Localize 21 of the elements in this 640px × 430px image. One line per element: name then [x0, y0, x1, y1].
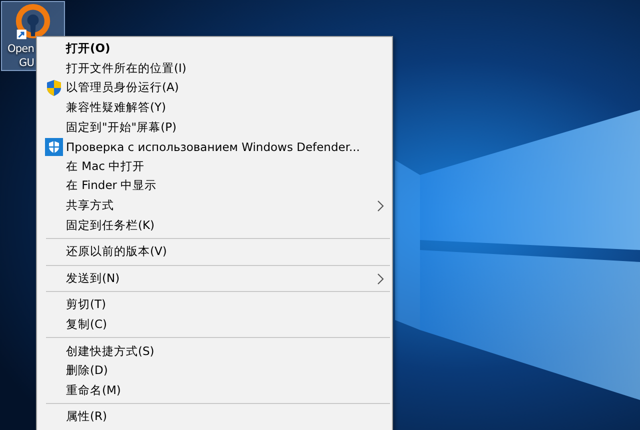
menu-item[interactable]: 固定到任务栏(K): [37, 215, 392, 235]
shield-icon: [45, 79, 63, 98]
menu-item[interactable]: 发送到(N): [37, 268, 392, 288]
menu-item[interactable]: 属性(R): [37, 407, 392, 427]
menu-item[interactable]: 重命名(M): [37, 380, 392, 400]
menu-item[interactable]: 共享方式: [37, 196, 392, 216]
menu-item[interactable]: 删除(D): [37, 360, 392, 380]
shortcut-label: GU: [18, 56, 34, 70]
menu-item[interactable]: 剪切(T): [37, 295, 392, 315]
menu-item[interactable]: 在 Finder 中显示: [37, 176, 392, 196]
shortcut-label: Open: [6, 42, 34, 56]
menu-item[interactable]: 兼容性疑难解答(Y): [37, 98, 392, 118]
menu-item[interactable]: 在 Mac 中打开: [37, 156, 392, 176]
menu-item[interactable]: 复制(C): [37, 314, 392, 334]
menu-item[interactable]: 还原以前的版本(V): [37, 242, 392, 262]
menu-item[interactable]: 以管理员身份运行(A): [37, 78, 392, 98]
menu-item[interactable]: 固定到"开始"屏幕(P): [37, 117, 392, 137]
shield-icon: [45, 138, 63, 156]
menu-item[interactable]: 创建快捷方式(S): [37, 341, 392, 361]
keyhole-logo-icon: [13, 4, 53, 42]
menu-item[interactable]: Проверка с использованием Windows Defender...: [37, 136, 392, 157]
